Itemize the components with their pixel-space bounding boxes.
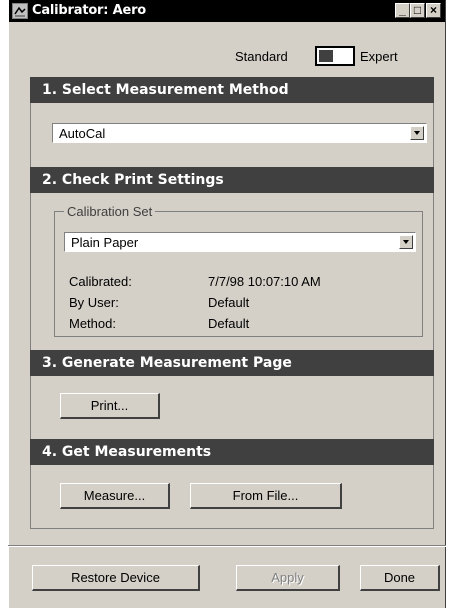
close-button[interactable]: × [426,3,441,18]
calibrated-label: Calibrated: [69,274,132,289]
section-header-select-method: 1. Select Measurement Method [30,77,434,103]
footer-separator [8,545,446,547]
chevron-down-icon[interactable] [410,126,424,140]
by-user-label: By User: [69,295,119,310]
print-button[interactable]: Print... [60,393,160,419]
title-bar[interactable]: Calibrator: Aero _ □ × [9,0,445,22]
chevron-down-icon[interactable] [399,235,413,249]
section-header-get-measurements: 4. Get Measurements [30,439,434,465]
method-value: Default [208,316,250,331]
section-header-print-settings: 2. Check Print Settings [30,167,434,193]
app-icon [12,3,28,19]
done-button[interactable]: Done [360,565,440,591]
measure-button[interactable]: Measure... [60,483,170,509]
calibration-set-value: Plain Paper [71,235,139,250]
method-label: Method: [69,316,116,331]
apply-button[interactable]: Apply [236,565,340,591]
minimize-button[interactable]: _ [395,3,410,18]
calibration-set-legend: Calibration Set [64,204,156,219]
from-file-button[interactable]: From File... [190,483,342,509]
measurement-method-select[interactable]: AutoCal [52,123,427,143]
measurement-method-value: AutoCal [59,126,106,141]
mode-expert-label: Expert [360,49,398,64]
restore-device-button[interactable]: Restore Device [32,565,200,591]
section-header-generate-page: 3. Generate Measurement Page [30,350,434,376]
by-user-value: Default [208,295,250,310]
window-title: Calibrator: Aero [32,3,147,18]
maximize-button[interactable]: □ [410,3,425,18]
calibrated-value: 7/7/98 10:07:10 AM [208,274,321,289]
mode-toggle[interactable] [315,46,355,66]
calibration-set-select[interactable]: Plain Paper [64,232,416,252]
mode-toggle-knob [319,50,333,62]
mode-standard-label: Standard [235,49,288,64]
